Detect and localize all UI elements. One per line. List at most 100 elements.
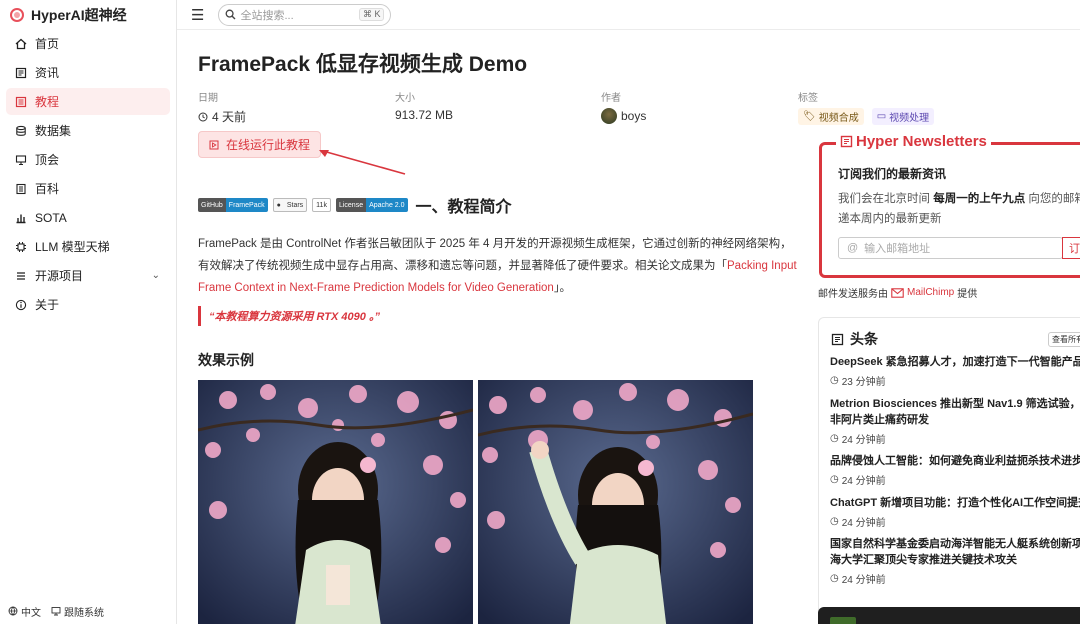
meta-author-row[interactable]: boys (601, 108, 646, 124)
sidebar-item-conferences[interactable]: 顶会 (6, 146, 170, 173)
topbar: ☰ 全站搜索... ⌘ K (177, 0, 1080, 30)
meta-date-label: 日期 (198, 93, 218, 104)
headlines-card: 头条 查看所有 DeepSeek 紧急招募人才，加速打造下一代智能产品 ◷23 … (818, 317, 1080, 617)
headline-time: ◷ 24 分钟前 (830, 571, 1080, 586)
search-shortcut: ⌘ K (358, 8, 385, 21)
search-input[interactable]: 全站搜索... ⌘ K (218, 3, 392, 26)
sidebar-item-wiki[interactable]: 百科 (6, 175, 170, 202)
example-image-2 (478, 380, 753, 624)
headline-item[interactable]: ChatGPT 新增项目功能：打造个性化AI工作空间提升 ◷ 24 分钟前 (830, 495, 1080, 529)
globe-icon (8, 606, 18, 616)
headline-title: ChatGPT 新增项目功能：打造个性化AI工作空间提升 (830, 497, 1080, 509)
meta-tags: 标签 🏷 视频合成 ▭ 视频处理 (798, 89, 938, 125)
main-content: FramePack 低显存视频生成 Demo 日期 4 天前 大小 913.72… (177, 30, 1080, 624)
sidebar-nav: 首页 资讯 教程 数据集 顶会 百科 SOTA LLM 模型天梯 开源项目 ⌄ … (0, 30, 176, 318)
monitor-icon (51, 607, 61, 616)
headline-item[interactable]: Metrion Biosciences 推出新型 Nav1.9 筛选试验，助 非… (830, 396, 1080, 446)
provider-suffix: 提供 (957, 289, 978, 300)
language-switch[interactable]: 中文 (8, 604, 41, 619)
clock-icon: ◷ (830, 375, 839, 386)
headlines-icon (831, 333, 844, 345)
hamburger-menu-icon[interactable]: ☰ (191, 6, 204, 24)
license-badge[interactable]: License Apache 2.0 (335, 198, 408, 212)
meta-tags-label: 标签 (798, 93, 818, 104)
subscribe-button[interactable]: 订 (1062, 237, 1080, 259)
sidebar-item-open-source[interactable]: 开源项目 ⌄ (6, 262, 170, 289)
headline-item[interactable]: 国家自然科学基金委启动海洋智能无人艇系统创新项 海大学汇聚顶尖专家推进关键技术攻… (830, 536, 1080, 586)
meta-date-row: 4 天前 (198, 108, 246, 125)
headline-title-line2: 非阿片类止痛药研发 (830, 414, 929, 426)
sidebar-item-label: 数据集 (35, 124, 72, 138)
sidebar-item-label: SOTA (35, 210, 67, 225)
at-icon: @ (847, 242, 859, 254)
para-text-end: 」。 (553, 282, 572, 294)
database-icon (15, 125, 27, 137)
email-field[interactable]: @ 输入邮箱地址 (838, 237, 1063, 259)
stars-badge[interactable]: ● Stars (272, 198, 308, 212)
run-tutorial-button[interactable]: 在线运行此教程 (198, 131, 322, 158)
compute-quote: “本教程算力资源采用 RTX 4090 。” (198, 306, 380, 326)
headline-title: DeepSeek 紧急招募人才，加速打造下一代智能产品 (830, 356, 1080, 368)
sidebar-item-sota[interactable]: SOTA (6, 204, 170, 231)
sidebar-item-label: 开源项目 (35, 269, 84, 283)
headline-time-text: 23 分钟前 (841, 377, 886, 388)
theme-switch[interactable]: 跟随系统 (51, 604, 104, 619)
brand[interactable]: HyperAI超神经 (0, 0, 176, 30)
headlines-header: 头条 (831, 329, 878, 349)
sidebar-item-home[interactable]: 首页 (6, 30, 170, 57)
headline-time: ◷ 24 分钟前 (830, 431, 1080, 446)
sidebar-item-datasets[interactable]: 数据集 (6, 117, 170, 144)
newsletter-card: Hyper Newsletters 订阅我们的最新资讯 我们会在北京时间 每周一… (819, 133, 1080, 278)
newsletter-icon (840, 135, 853, 148)
run-icon (209, 140, 219, 149)
search-icon (226, 9, 236, 20)
sidebar-item-news[interactable]: 资讯 (6, 59, 170, 86)
badge-right: FramePack (225, 198, 268, 212)
headline-item[interactable]: 品牌侵蚀人工智能：如何避免商业利益扼杀技术进步 ◷ 24 分钟前 (830, 453, 1080, 487)
github-badge[interactable]: GitHub FramePack (198, 198, 268, 212)
headline-time-text: 24 分钟前 (841, 476, 886, 487)
tag-video-processing[interactable]: ▭ 视频处理 (871, 108, 935, 125)
email-placeholder: 输入邮箱地址 (864, 243, 931, 255)
meta-tags-row: 🏷 视频合成 ▭ 视频处理 (798, 108, 938, 125)
open-source-icon (15, 270, 27, 282)
sidebar-item-label: 顶会 (35, 153, 60, 167)
clock-icon: ◷ (830, 433, 839, 444)
newsletter-title: Hyper Newsletters (856, 133, 987, 150)
headline-item[interactable]: DeepSeek 紧急招募人才，加速打造下一代智能产品 ◷ 23 分钟前 (830, 354, 1080, 388)
annotation-arrow (319, 150, 406, 175)
wiki-icon (15, 183, 27, 195)
chevron-down-icon[interactable]: ⌄ (152, 270, 160, 281)
examples-heading: 效果示例 (198, 352, 254, 368)
desc-text: 我们会在北京时间 (838, 193, 934, 205)
sidebar-item-label: 资讯 (35, 66, 60, 80)
hyperai-logo-icon (10, 8, 24, 22)
tag-video-synthesis[interactable]: 🏷 视频合成 (798, 108, 864, 125)
headline-time: ◷ 24 分钟前 (830, 514, 1080, 529)
page-title: FramePack 低显存视频生成 Demo (198, 53, 528, 76)
github-icon: ● (276, 201, 281, 209)
meta-date: 日期 4 天前 (198, 89, 246, 125)
headline-time-text: 24 分钟前 (841, 575, 886, 586)
sidebar-item-llm-leaderboard[interactable]: LLM 模型天梯 (6, 233, 170, 260)
sidebar-item-about[interactable]: 关于 (6, 291, 170, 318)
sidebar-item-label: 教程 (35, 95, 60, 109)
language-label: 中文 (21, 607, 41, 619)
brand-name: HyperAI超神经 (31, 7, 127, 23)
video-icon: ▭ (876, 111, 887, 122)
sidebar-item-tutorial[interactable]: 教程 (6, 88, 170, 115)
tutorial-icon (15, 96, 27, 108)
provider-link[interactable]: MailChimp (907, 287, 954, 298)
newsletter-title-row: Hyper Newsletters (836, 133, 991, 150)
promo-card[interactable] (818, 607, 1080, 624)
view-all-button[interactable]: 查看所有 (1048, 332, 1080, 347)
news-icon (15, 67, 27, 79)
llm-icon (15, 241, 27, 253)
headline-title-line2: 海大学汇聚顶尖专家推进关键技术攻关 (830, 554, 1017, 566)
clock-icon (198, 112, 208, 121)
meta-size-value: 913.72 MB (395, 108, 454, 122)
headline-time: ◷ 24 分钟前 (830, 472, 1080, 487)
meta-author-label: 作者 (601, 93, 621, 104)
mail-provider-note: 邮件发送服务由 MailChimp 提供 (818, 285, 977, 300)
search-placeholder: 全站搜索... (240, 9, 294, 22)
